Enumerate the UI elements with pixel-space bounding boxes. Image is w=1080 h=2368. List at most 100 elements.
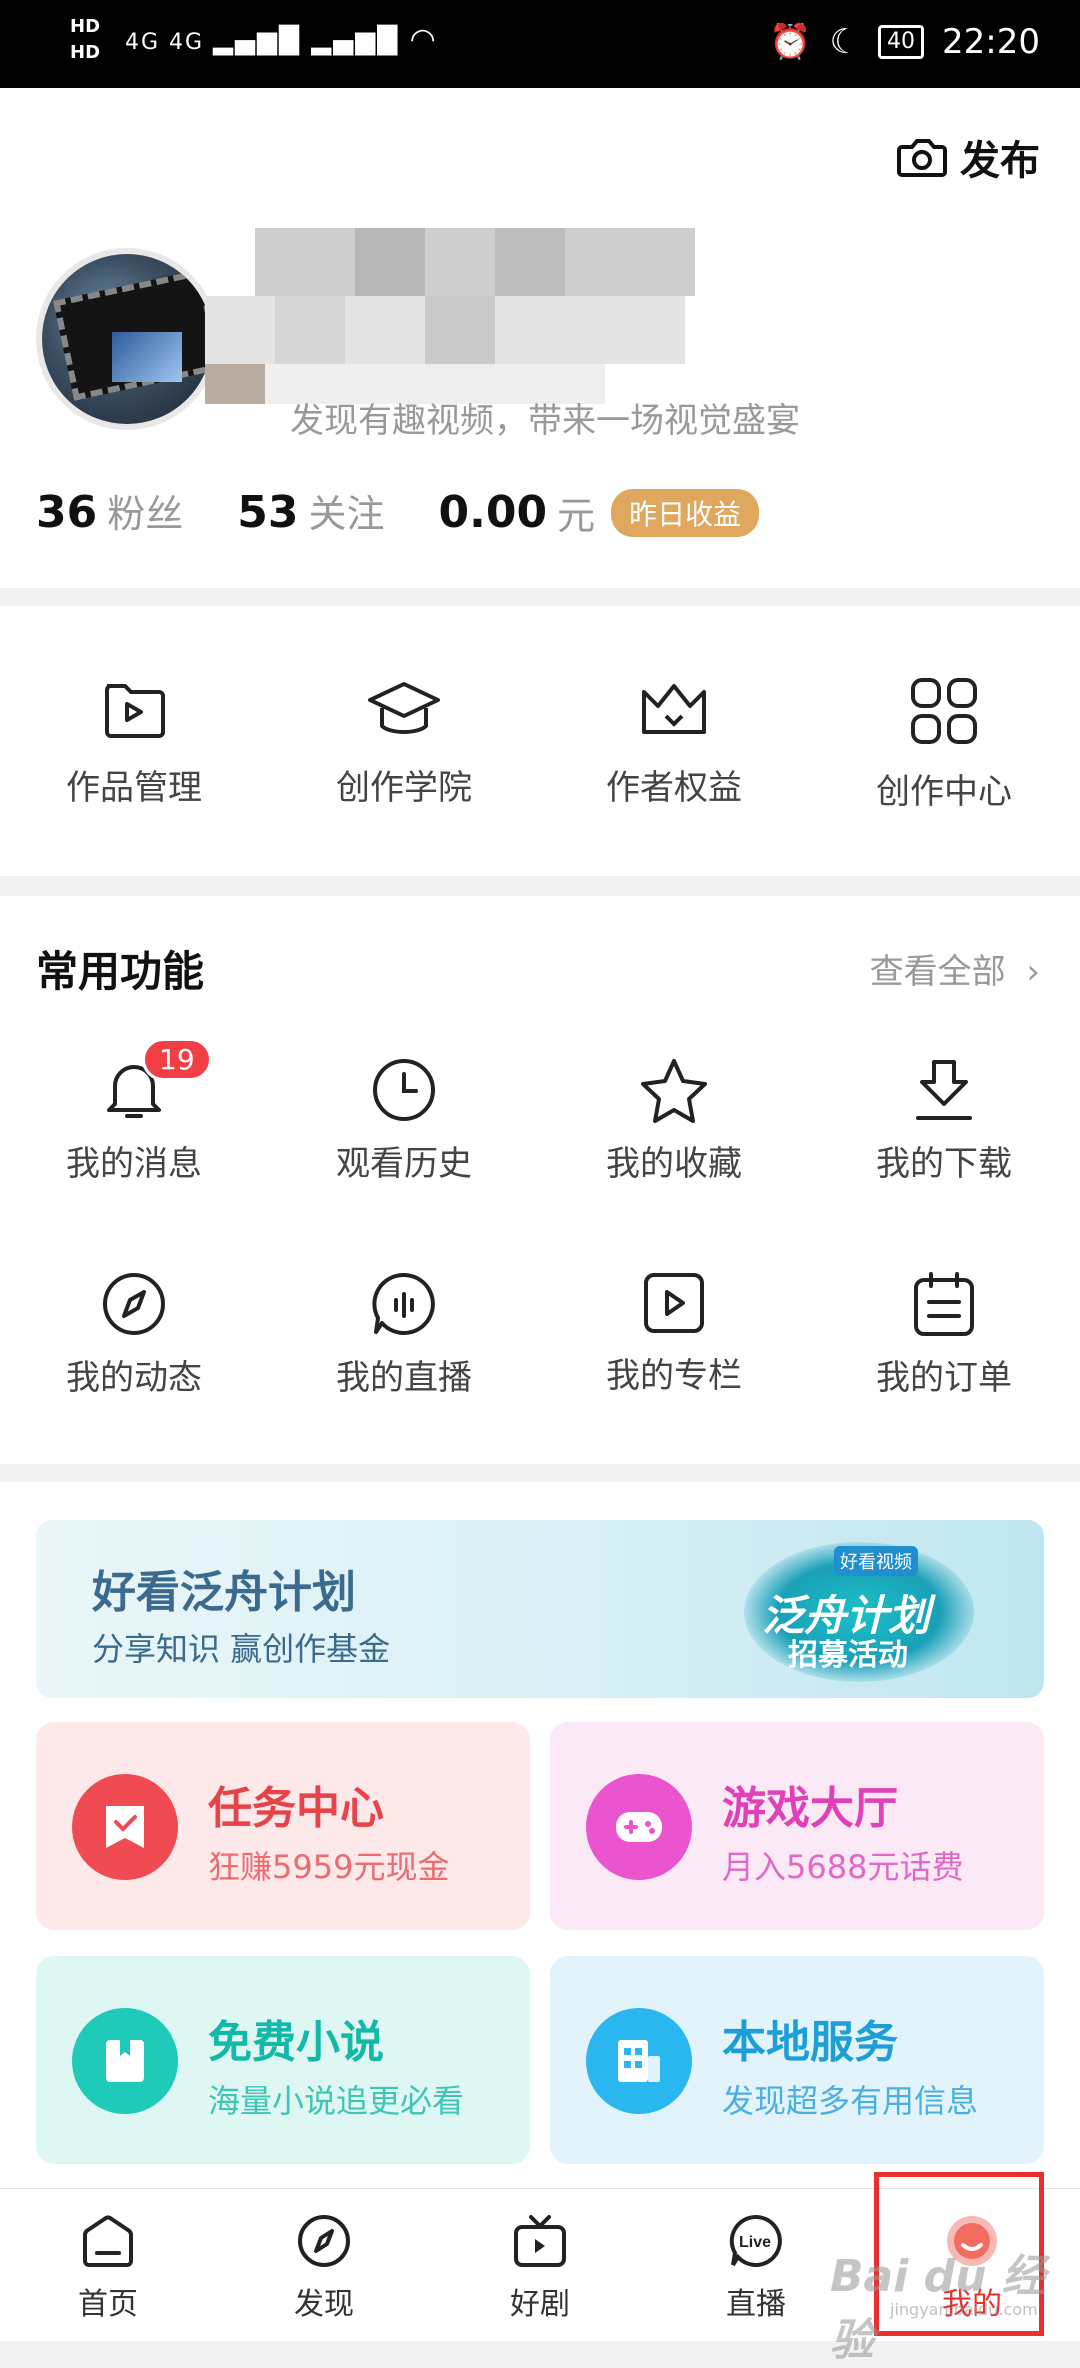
download-icon xyxy=(916,1060,972,1120)
follow-label: 关注 xyxy=(308,492,385,536)
nav-label: 发现 xyxy=(294,2287,354,2322)
tool-label: 作者权益 xyxy=(606,768,742,808)
signal-icon: 4G 4G ▂▄▆█ ▂▄▆█ ◠ xyxy=(125,22,438,57)
profile-section: 发布 发现有趣视频，带来一场视觉盛宴 36 粉丝 53 关注 0.00 元 昨日… xyxy=(0,88,1080,588)
banner-art-sub: 招募活动 xyxy=(788,1638,908,1673)
card-game-hall[interactable]: 游戏大厅 月入5688元话费 xyxy=(550,1722,1044,1930)
nav-home[interactable]: 首页 xyxy=(38,2213,178,2323)
svg-text:Live: Live xyxy=(739,2234,771,2251)
func-my-messages[interactable]: 19 我的消息 xyxy=(34,1038,234,1185)
nav-discover[interactable]: 发现 xyxy=(254,2213,394,2323)
earnings-badge: 昨日收益 xyxy=(611,488,760,537)
card-subtitle: 发现超多有用信息 xyxy=(722,2082,979,2120)
status-bar: HD HD 4G 4G ▂▄▆█ ▂▄▆█ ◠ ⏰ ☾ 40 22:20 xyxy=(0,0,1080,88)
view-all-link[interactable]: 查看全部 › xyxy=(870,944,1040,993)
promo-banner[interactable]: 好看泛舟计划 分享知识 赢创作基金 好看视频 泛舟计划 招募活动 xyxy=(36,1520,1044,1698)
func-label: 我的订单 xyxy=(876,1358,1012,1398)
common-functions: 常用功能 查看全部 › 19 我的消息 观看历史 我的收藏 我的下载 我的动态 … xyxy=(0,896,1080,1464)
tv-icon xyxy=(514,2215,566,2267)
chevron-right-icon: › xyxy=(1026,952,1040,992)
tool-creation-center[interactable]: 创作中心 xyxy=(844,676,1044,813)
card-subtitle: 狂赚5959元现金 xyxy=(208,1848,450,1886)
func-label: 我的动态 xyxy=(66,1358,202,1398)
card-title: 本地服务 xyxy=(722,2017,898,2068)
building-icon xyxy=(586,2008,692,2114)
gamepad-icon xyxy=(586,1774,692,1880)
tool-label: 创作学院 xyxy=(336,768,472,808)
card-subtitle: 海量小说追更必看 xyxy=(208,2082,465,2120)
func-label: 我的消息 xyxy=(66,1144,202,1184)
avatar[interactable] xyxy=(36,248,218,430)
battery-icon: 40 xyxy=(878,25,925,59)
banner-title: 好看泛舟计划 xyxy=(92,1567,356,1618)
order-list-icon xyxy=(914,1272,974,1336)
func-label: 我的专栏 xyxy=(606,1356,742,1396)
nav-live[interactable]: Live 直播 xyxy=(686,2213,826,2323)
func-my-orders[interactable]: 我的订单 xyxy=(844,1270,1044,1399)
clock-time: 22:20 xyxy=(942,22,1040,62)
clock-icon xyxy=(373,1059,435,1121)
signal-label: 4G 4G xyxy=(125,30,205,55)
banner-artwork: 好看视频 泛舟计划 招募活动 xyxy=(744,1542,974,1682)
card-title: 游戏大厅 xyxy=(722,1783,898,1834)
follow-stat[interactable]: 53 关注 xyxy=(237,483,384,538)
tool-author-rights[interactable]: 作者权益 xyxy=(574,676,774,809)
card-task-center[interactable]: 任务中心 狂赚5959元现金 xyxy=(36,1722,530,1930)
card-subtitle: 月入5688元话费 xyxy=(722,1848,964,1886)
watermark-url: jingyan.baidu.com xyxy=(890,2300,1038,2319)
profile-bio: 发现有趣视频，带来一场视觉盛宴 xyxy=(290,401,800,441)
tool-label: 作品管理 xyxy=(66,768,202,808)
nav-label: 好剧 xyxy=(510,2287,570,2322)
card-title: 任务中心 xyxy=(208,1783,384,1834)
grid-icon xyxy=(911,678,977,744)
video-folder-icon xyxy=(105,684,165,738)
hd-indicator: HD HD xyxy=(70,14,100,66)
graduation-cap-icon xyxy=(368,682,440,734)
banner-art-tag: 好看视频 xyxy=(834,1546,918,1576)
card-title: 免费小说 xyxy=(208,2017,384,2068)
card-local-services[interactable]: 本地服务 发现超多有用信息 xyxy=(550,1956,1044,2164)
task-icon xyxy=(72,1774,178,1880)
view-all-label: 查看全部 xyxy=(869,952,1006,992)
publish-button[interactable]: 发布 xyxy=(896,128,1040,186)
func-my-live[interactable]: 我的直播 xyxy=(304,1270,504,1399)
fans-label: 粉丝 xyxy=(107,492,184,536)
func-my-column[interactable]: 我的专栏 xyxy=(574,1270,774,1397)
banner-subtitle: 分享知识 赢创作基金 xyxy=(92,1630,391,1668)
crown-icon xyxy=(642,684,706,734)
hd1-label: HD xyxy=(70,16,101,37)
func-label: 我的下载 xyxy=(876,1144,1012,1184)
creator-tools: 作品管理 创作学院 作者权益 创作中心 xyxy=(0,606,1080,876)
tool-works-management[interactable]: 作品管理 xyxy=(34,676,234,809)
live-audio-icon xyxy=(372,1272,435,1335)
func-label: 我的直播 xyxy=(336,1358,472,1398)
earnings-unit: 元 xyxy=(557,494,596,538)
promotion-area: 好看泛舟计划 分享知识 赢创作基金 好看视频 泛舟计划 招募活动 任务中心 狂赚… xyxy=(0,1482,1080,2192)
func-my-favorites[interactable]: 我的收藏 xyxy=(574,1056,774,1185)
tool-creation-academy[interactable]: 创作学院 xyxy=(304,676,504,809)
earnings-value: 0.00 xyxy=(438,487,548,538)
func-my-activity[interactable]: 我的动态 xyxy=(34,1270,234,1399)
func-label: 观看历史 xyxy=(336,1144,472,1184)
wifi-icon: ◠ xyxy=(409,22,438,57)
book-icon xyxy=(72,2008,178,2114)
star-icon xyxy=(641,1059,707,1123)
fans-stat[interactable]: 36 粉丝 xyxy=(36,483,183,538)
compass-icon xyxy=(103,1273,165,1335)
func-label: 我的收藏 xyxy=(606,1144,742,1184)
follow-count: 53 xyxy=(237,487,299,538)
tool-label: 创作中心 xyxy=(876,772,1012,812)
fans-count: 36 xyxy=(36,487,98,538)
nav-dramas[interactable]: 好剧 xyxy=(470,2213,610,2323)
publish-label: 发布 xyxy=(960,138,1040,184)
nav-label: 直播 xyxy=(726,2287,786,2322)
unread-badge: 19 xyxy=(142,1038,212,1081)
func-watch-history[interactable]: 观看历史 xyxy=(304,1056,504,1185)
compass-icon xyxy=(298,2215,350,2267)
func-my-downloads[interactable]: 我的下载 xyxy=(844,1056,1044,1185)
card-free-novels[interactable]: 免费小说 海量小说追更必看 xyxy=(36,1956,530,2164)
section-title: 常用功能 xyxy=(36,947,205,996)
moon-icon: ☾ xyxy=(829,22,861,62)
earnings-stat[interactable]: 0.00 元 昨日收益 xyxy=(439,485,760,540)
play-square-icon xyxy=(644,1273,704,1333)
